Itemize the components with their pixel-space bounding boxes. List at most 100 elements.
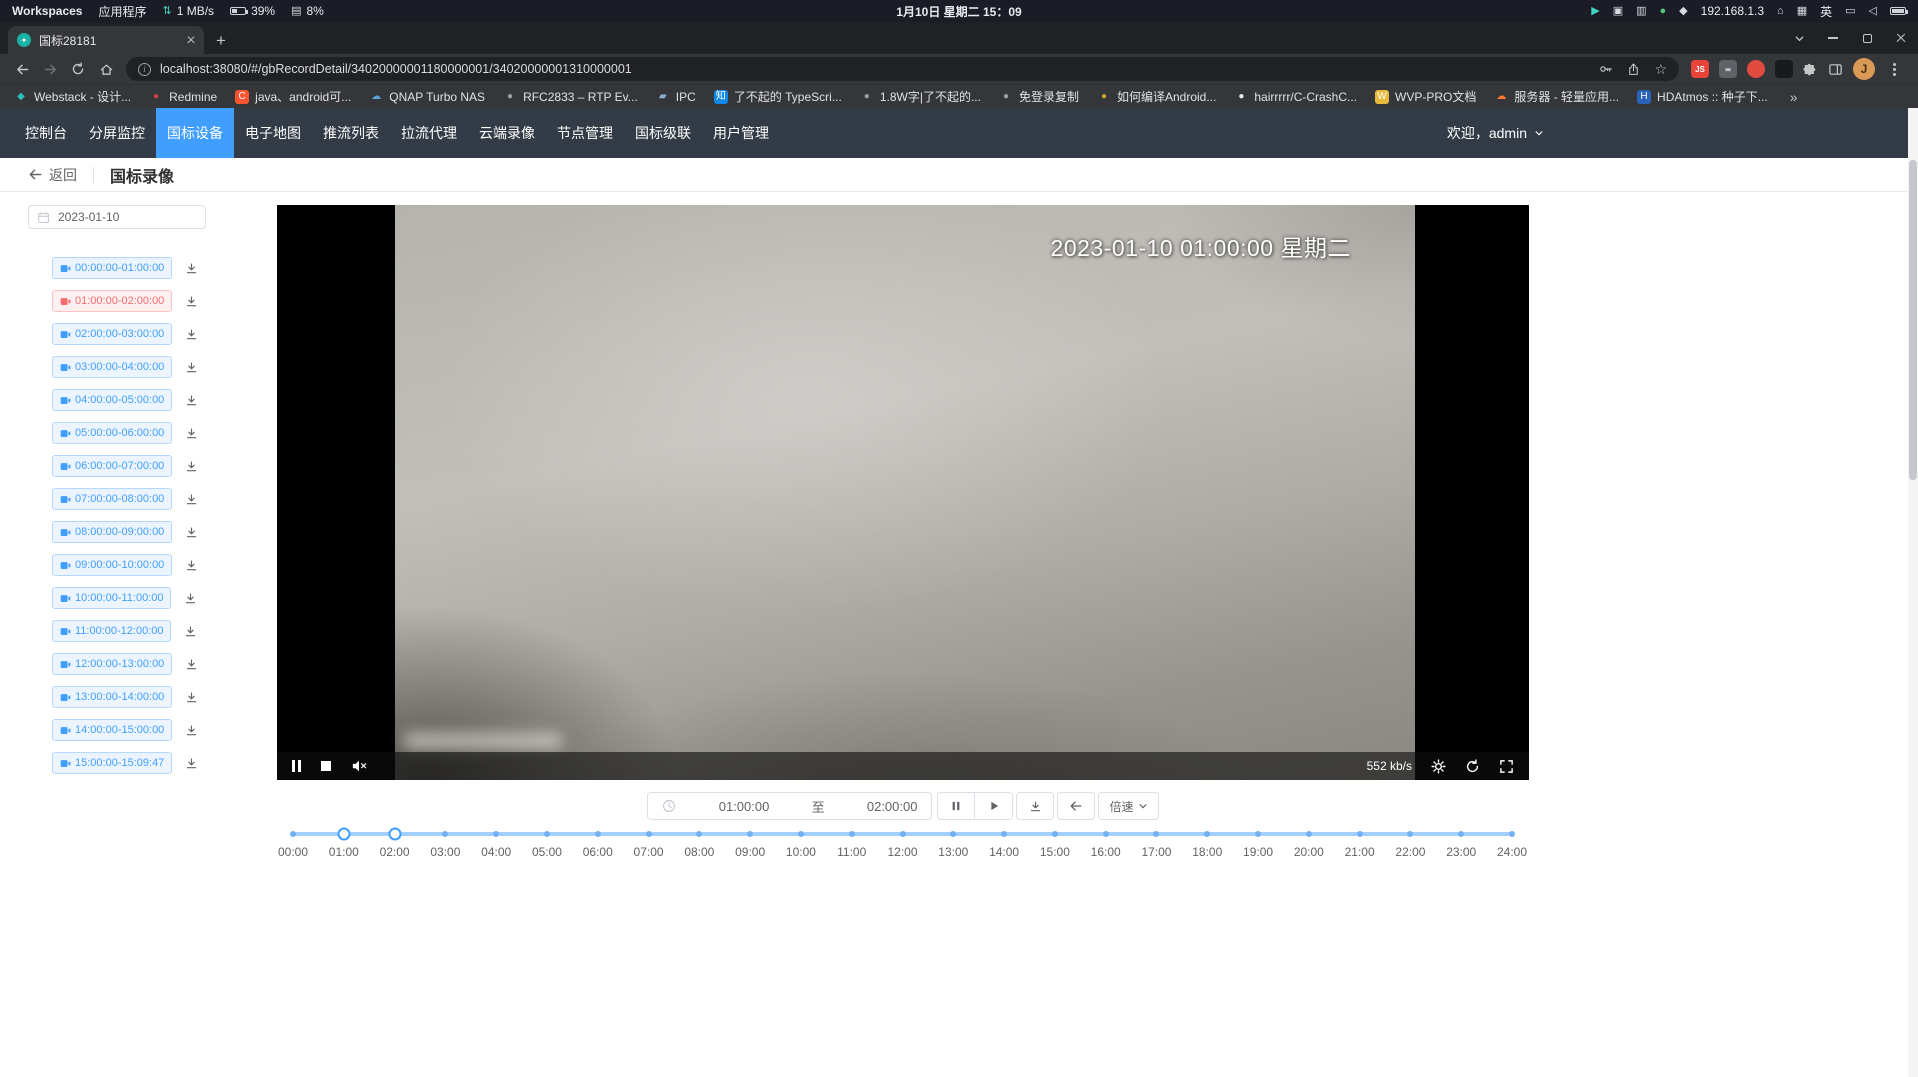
timeline-tick[interactable]	[595, 831, 601, 837]
bookmark-item[interactable]: ● 1.8W字|了不起的...	[860, 88, 981, 105]
record-download-button[interactable]	[185, 493, 198, 506]
record-chip[interactable]: 14:00:00-15:00:00	[52, 719, 172, 741]
site-info-icon[interactable]: i	[138, 63, 151, 76]
extension-icon[interactable]	[1747, 60, 1765, 78]
record-chip[interactable]: 09:00:00-10:00:00	[52, 554, 172, 576]
timeline-tick[interactable]	[696, 831, 702, 837]
record-chip[interactable]: 06:00:00-07:00:00	[52, 455, 172, 477]
nav-tab[interactable]: 国标设备	[156, 108, 234, 158]
status-dot-icon[interactable]: ●	[1660, 6, 1667, 17]
screenshot-icon[interactable]: ▣	[1613, 6, 1623, 17]
timeline-tick[interactable]	[1407, 831, 1413, 837]
timeline-tick[interactable]	[493, 831, 499, 837]
timeline-tick[interactable]	[747, 831, 753, 837]
copy-icon[interactable]: ▥	[1636, 6, 1646, 17]
extension-icon[interactable]: JS	[1691, 60, 1709, 78]
timeline-track[interactable]	[293, 832, 1512, 836]
bookmark-item[interactable]: W WVP-PRO文档	[1375, 88, 1476, 105]
timeline-handle[interactable]	[388, 828, 401, 841]
bookmark-item[interactable]: ◆ Webstack - 设计...	[14, 88, 131, 105]
battery-indicator[interactable]: 39%	[230, 4, 275, 18]
page-scrollbar[interactable]	[1908, 108, 1918, 1077]
nav-tab[interactable]: 节点管理	[546, 108, 624, 158]
record-download-button[interactable]	[185, 691, 198, 704]
applications-button[interactable]: 应用程序	[98, 3, 146, 20]
record-chip[interactable]: 04:00:00-05:00:00	[52, 389, 172, 411]
timeline-tick[interactable]	[1255, 831, 1261, 837]
address-bar[interactable]: i localhost:38080/#/gbRecordDetail/34020…	[126, 57, 1679, 81]
bookmark-item[interactable]: ● 免登录复制	[999, 88, 1079, 105]
record-download-button[interactable]	[185, 262, 198, 275]
record-chip[interactable]: 02:00:00-03:00:00	[52, 323, 172, 345]
video-player[interactable]: 2023-01-10 01:00:00 星期二 552 kb/s	[277, 205, 1529, 780]
window-minimize-button[interactable]	[1816, 22, 1850, 54]
record-download-button[interactable]	[184, 592, 197, 605]
bookmarks-overflow-icon[interactable]: »	[1790, 89, 1798, 105]
record-download-button[interactable]	[185, 394, 198, 407]
player-mute-button[interactable]	[351, 759, 367, 773]
bookmark-item[interactable]: ● Redmine	[149, 90, 217, 104]
profile-avatar[interactable]: J	[1853, 58, 1875, 80]
record-chip[interactable]: 13:00:00-14:00:00	[52, 686, 172, 708]
timeline-tick[interactable]	[442, 831, 448, 837]
scrollbar-thumb[interactable]	[1909, 160, 1917, 480]
home-icon[interactable]: ⌂	[1777, 6, 1784, 17]
tray-battery-icon[interactable]	[1890, 7, 1906, 15]
record-download-button[interactable]	[185, 460, 198, 473]
share-icon[interactable]	[1627, 63, 1640, 76]
timeline-tick[interactable]	[1052, 831, 1058, 837]
record-chip[interactable]: 03:00:00-04:00:00	[52, 356, 172, 378]
browser-menu-icon[interactable]	[1893, 68, 1896, 71]
browser-home-icon[interactable]	[92, 56, 120, 82]
timeline-tick[interactable]	[1458, 831, 1464, 837]
record-download-button[interactable]	[185, 361, 198, 374]
power-indicator[interactable]: ▤ 8%	[291, 4, 324, 18]
extension-icon[interactable]: ∞	[1719, 60, 1737, 78]
bookmark-star-icon[interactable]: ☆	[1654, 62, 1667, 76]
ip-address[interactable]: 192.168.1.3	[1701, 4, 1764, 18]
player-settings-button[interactable]	[1431, 759, 1446, 774]
panel-icon[interactable]: ▦	[1797, 6, 1807, 17]
window-close-button[interactable]	[1884, 22, 1918, 54]
speed-button[interactable]: 倍速	[1098, 792, 1158, 820]
record-chip[interactable]: 08:00:00-09:00:00	[52, 521, 172, 543]
puzzle-extensions-icon[interactable]	[1803, 62, 1818, 77]
workspaces-button[interactable]: Workspaces	[12, 4, 82, 18]
nav-tab[interactable]: 拉流代理	[390, 108, 468, 158]
time-range-picker[interactable]: 01:00:00 至 02:00:00	[647, 792, 932, 820]
nav-tab[interactable]: 电子地图	[234, 108, 312, 158]
keyboard-icon[interactable]: ▭	[1845, 6, 1855, 17]
step-back-button[interactable]	[1057, 792, 1095, 820]
record-download-button[interactable]	[184, 625, 197, 638]
record-download-button[interactable]	[185, 559, 198, 572]
record-chip[interactable]: 01:00:00-02:00:00	[52, 290, 172, 312]
record-chip[interactable]: 11:00:00-12:00:00	[52, 620, 171, 642]
back-icon[interactable]	[8, 56, 36, 82]
record-chip[interactable]: 07:00:00-08:00:00	[52, 488, 172, 510]
timeline-tick[interactable]	[900, 831, 906, 837]
record-chip[interactable]: 05:00:00-06:00:00	[52, 422, 172, 444]
timeline-tick[interactable]	[1103, 831, 1109, 837]
bookmark-item[interactable]: ● RFC2833 – RTP Ev...	[503, 90, 638, 104]
timeline-tick[interactable]	[1001, 831, 1007, 837]
net-speed-indicator[interactable]: ⇅ 1 MB/s	[163, 4, 215, 18]
bookmark-item[interactable]: ☁ 服务器 - 轻量应用...	[1494, 88, 1619, 105]
record-download-button[interactable]	[185, 328, 198, 341]
forward-icon[interactable]	[36, 56, 64, 82]
pause-button[interactable]	[937, 792, 975, 820]
bookmark-item[interactable]: H HDAtmos :: 种子下...	[1637, 88, 1768, 105]
new-tab-button[interactable]: +	[216, 32, 226, 49]
record-chip[interactable]: 15:00:00-15:09:47	[52, 752, 172, 774]
timeline-handle[interactable]	[337, 828, 350, 841]
nav-tab[interactable]: 用户管理	[702, 108, 780, 158]
bookmark-item[interactable]: ● hairrrrr/C-CrashC...	[1234, 90, 1357, 104]
window-maximize-button[interactable]	[1850, 22, 1884, 54]
record-download-button[interactable]	[185, 427, 198, 440]
user-menu[interactable]: 欢迎，admin	[1447, 108, 1544, 158]
player-stop-button[interactable]	[321, 761, 331, 771]
timeline-tick[interactable]	[950, 831, 956, 837]
volume-icon[interactable]: ◁	[1869, 6, 1877, 17]
bookmark-item[interactable]: ▰ IPC	[656, 90, 696, 104]
record-download-button[interactable]	[185, 724, 198, 737]
date-picker-input[interactable]: 2023-01-10	[28, 205, 206, 229]
